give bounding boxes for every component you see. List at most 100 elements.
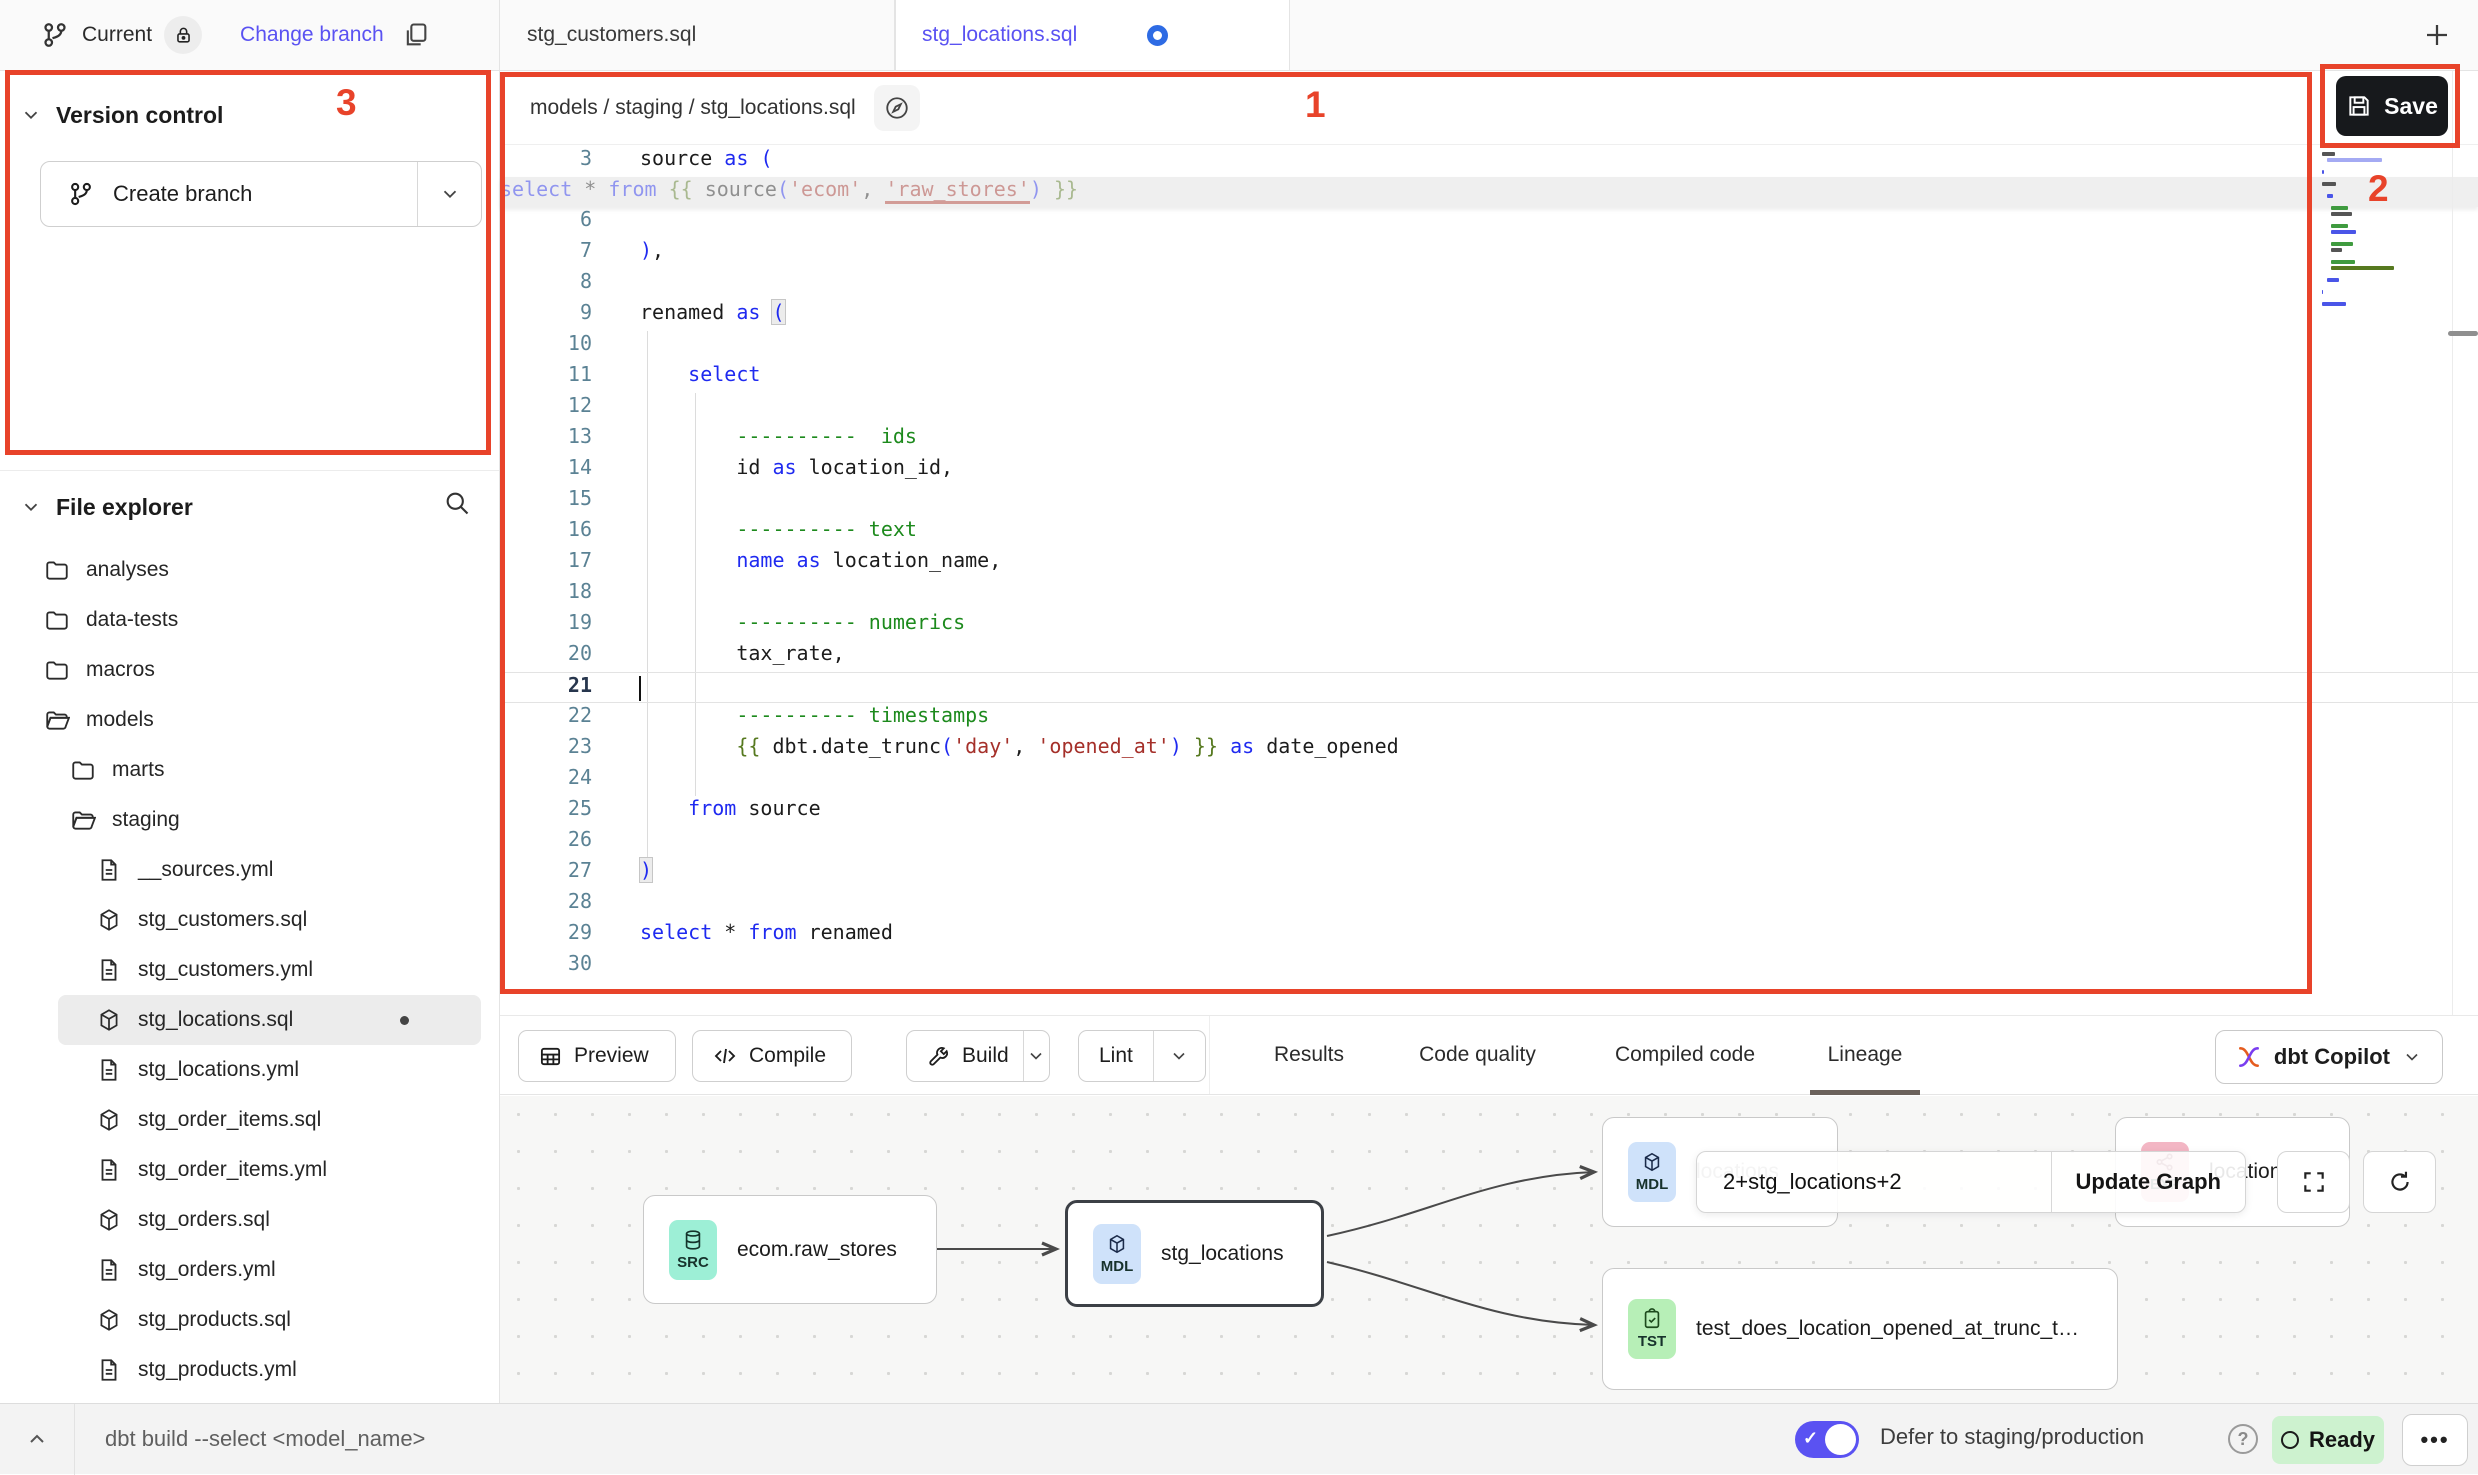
code-line-3[interactable]: 3source as ( <box>500 146 2478 177</box>
code-line-29[interactable]: 29select * from renamed <box>500 920 2478 951</box>
code-token <box>640 548 736 572</box>
code-line-18[interactable]: 18 <box>500 579 2478 610</box>
line-number: 19 <box>500 610 592 634</box>
code-line-13[interactable]: 13 ---------- ids <box>500 424 2478 455</box>
file-item-stg_products.yml[interactable]: stg_products.yml <box>0 1345 499 1395</box>
code-token <box>640 362 688 386</box>
defer-toggle[interactable]: ✓ <box>1795 1421 1859 1458</box>
search-icon[interactable] <box>443 489 471 517</box>
lint-button[interactable]: Lint <box>1078 1030 1206 1082</box>
lineage-node-source[interactable]: SRC ecom.raw_stores <box>643 1195 937 1304</box>
file-item-staging[interactable]: staging <box>0 795 499 845</box>
code-line-7[interactable]: 7), <box>500 238 2478 269</box>
file-item-stg_customers.yml[interactable]: stg_customers.yml <box>0 945 499 995</box>
code-line-19[interactable]: 19 ---------- numerics <box>500 610 2478 641</box>
line-number: 30 <box>500 951 592 975</box>
new-tab-button[interactable] <box>2416 14 2458 56</box>
code-line-15[interactable]: 15 <box>500 486 2478 517</box>
branch-zone[interactable]: Current Change branch <box>0 0 500 70</box>
file-item-analyses[interactable]: analyses <box>0 545 499 595</box>
code-line-10[interactable]: 10 <box>500 331 2478 362</box>
help-icon[interactable]: ? <box>2228 1424 2258 1454</box>
file-item-data-tests[interactable]: data-tests <box>0 595 499 645</box>
compile-button[interactable]: Compile <box>692 1030 852 1082</box>
dbt-command-text[interactable]: dbt build --select <model_name> <box>105 1426 425 1452</box>
database-icon <box>682 1229 704 1251</box>
change-branch-link[interactable]: Change branch <box>240 23 384 47</box>
code-line-16[interactable]: 16 ---------- text <box>500 517 2478 548</box>
code-line-17[interactable]: 17 name as location_name, <box>500 548 2478 579</box>
file-item-stg_order_items.yml[interactable]: stg_order_items.yml <box>0 1145 499 1195</box>
code-line-26[interactable]: 26 <box>500 827 2478 858</box>
tab-stg-customers-sql[interactable]: stg_customers.sql <box>501 0 895 70</box>
model-badge: MDL <box>1093 1224 1141 1284</box>
file-item-__sources.yml[interactable]: __sources.yml <box>0 845 499 895</box>
more-options-button[interactable]: ••• <box>2402 1414 2468 1466</box>
file-item-models[interactable]: models <box>0 695 499 745</box>
refresh-button[interactable] <box>2363 1151 2436 1213</box>
file-explorer-header[interactable]: File explorer <box>0 475 499 539</box>
code-line-20[interactable]: 20 tax_rate, <box>500 641 2478 672</box>
tab-compiled-code[interactable]: Compiled code <box>1585 1016 1785 1094</box>
fullscreen-button[interactable] <box>2277 1151 2350 1213</box>
file-item-stg_orders.yml[interactable]: stg_orders.yml <box>0 1245 499 1295</box>
build-dropdown[interactable] <box>1023 1031 1049 1081</box>
expand-panel-button[interactable] <box>0 1427 74 1451</box>
code-line-27[interactable]: 27) <box>500 858 2478 889</box>
file-item-macros[interactable]: macros <box>0 645 499 695</box>
file-item-marts[interactable]: marts <box>0 745 499 795</box>
version-control-header[interactable]: Version control <box>0 83 499 147</box>
file-item-stg_locations.yml[interactable]: stg_locations.yml <box>0 1045 499 1095</box>
file-label: macros <box>86 658 155 682</box>
code-line-ghost[interactable]: select * from {{ source('ecom', 'raw_sto… <box>500 177 2478 207</box>
status-label: Ready <box>2309 1427 2375 1453</box>
code-line-12[interactable]: 12 <box>500 393 2478 424</box>
preview-button[interactable]: Preview <box>518 1030 676 1082</box>
lineage-node-stg-locations[interactable]: MDL stg_locations <box>1065 1200 1324 1307</box>
tab-lineage[interactable]: Lineage <box>1810 1016 1920 1094</box>
tab-results[interactable]: Results <box>1254 1016 1364 1094</box>
copy-branch-icon[interactable] <box>402 21 430 49</box>
lineage-node-test[interactable]: TST test_does_location_opened_at_trunc_t… <box>1602 1268 2118 1390</box>
lint-dropdown[interactable] <box>1153 1031 1205 1081</box>
code-line-11[interactable]: 11 select <box>500 362 2478 393</box>
code-line-21[interactable]: 21 <box>500 672 2478 703</box>
code-token: ---------- text <box>640 517 917 541</box>
file-item-stg_locations.sql[interactable]: stg_locations.sql <box>58 995 481 1045</box>
file-item-stg_order_items.sql[interactable]: stg_order_items.sql <box>0 1095 499 1145</box>
git-branch-icon <box>40 20 70 50</box>
code-line-28[interactable]: 28 <box>500 889 2478 920</box>
tab-code-quality[interactable]: Code quality <box>1395 1016 1560 1094</box>
lineage-graph[interactable]: SRC ecom.raw_stores MDL stg_locations MD… <box>500 1096 2478 1403</box>
build-button[interactable]: Build <box>906 1030 1050 1082</box>
code-line-6[interactable]: 6 <box>500 207 2478 238</box>
create-branch-dropdown[interactable] <box>417 162 481 226</box>
view-docs-icon[interactable] <box>874 85 920 131</box>
tab-stg-locations-sql[interactable]: stg_locations.sql <box>895 0 1290 70</box>
save-button[interactable]: Save <box>2336 76 2448 136</box>
create-branch-button[interactable]: Create branch <box>40 161 482 227</box>
panel-resize-handle[interactable] <box>2448 331 2478 336</box>
code-line-25[interactable]: 25 from source <box>500 796 2478 827</box>
code-line-14[interactable]: 14 id as location_id, <box>500 455 2478 486</box>
code-line-22[interactable]: 22 ---------- timestamps <box>500 703 2478 734</box>
file-item-stg_orders.sql[interactable]: stg_orders.sql <box>0 1195 499 1245</box>
file-item-stg_products.sql[interactable]: stg_products.sql <box>0 1295 499 1345</box>
code-line-24[interactable]: 24 <box>500 765 2478 796</box>
code-line-30[interactable]: 30 <box>500 951 2478 982</box>
bottom-bar: dbt build --select <model_name> ✓ Defer … <box>0 1403 2478 1474</box>
update-graph-button[interactable]: Update Graph <box>2051 1152 2245 1212</box>
minimap[interactable] <box>2322 152 2454 314</box>
lineage-selector[interactable]: 2+stg_locations+2 Update Graph <box>1696 1151 2246 1213</box>
code-text: id as location_id, <box>640 455 953 479</box>
dbt-copilot-button[interactable]: dbt Copilot <box>2215 1030 2443 1084</box>
code-line-8[interactable]: 8 <box>500 269 2478 300</box>
file-item-stg_customers.sql[interactable]: stg_customers.sql <box>0 895 499 945</box>
code-line-23[interactable]: 23 {{ dbt.date_trunc('day', 'opened_at')… <box>500 734 2478 765</box>
line-number: 9 <box>500 300 592 324</box>
code-editor[interactable]: 3source as ( select * from {{ source('ec… <box>500 145 2478 1017</box>
selector-input[interactable]: 2+stg_locations+2 <box>1697 1169 2051 1195</box>
code-line-9[interactable]: 9renamed as ( <box>500 300 2478 331</box>
line-number: 20 <box>500 641 592 665</box>
status-badge[interactable]: Ready <box>2272 1416 2384 1464</box>
